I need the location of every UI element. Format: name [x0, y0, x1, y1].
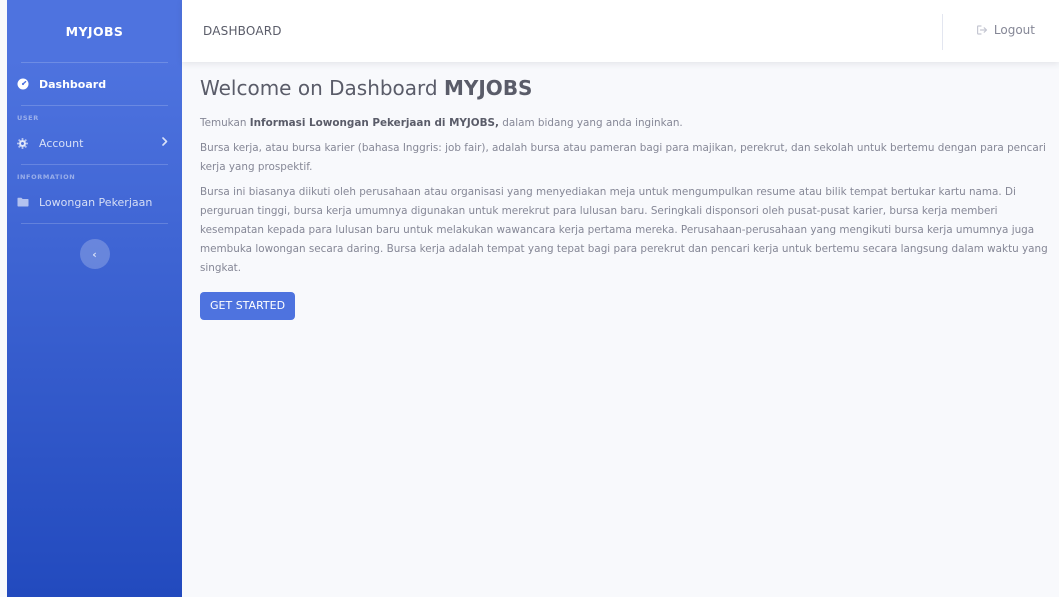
topbar: DASHBOARD Logout	[182, 0, 1059, 62]
logout-label: Logout	[993, 23, 1035, 37]
sidebar-toggle-button[interactable]: ‹	[79, 239, 110, 269]
sidebar-heading-user: USER	[17, 114, 39, 122]
folder-icon	[17, 197, 33, 207]
chevron-right-icon	[162, 137, 168, 149]
chevron-left-icon: ‹	[92, 247, 97, 261]
sidebar-item-label: Lowongan Pekerjaan	[39, 195, 153, 209]
job-fair-definition-paragraph: Bursa kerja, atau bursa karier (bahasa I…	[200, 142, 1046, 173]
sidebar-item-label: Dashboard	[39, 77, 107, 91]
app-root: MYJOBS Dashboard USER Account INFORMATIO…	[0, 0, 1059, 597]
intro-prefix: Temukan	[200, 117, 250, 129]
topbar-divider	[942, 14, 943, 50]
intro-paragraph: Temukan Informasi Lowongan Pekerjaan di …	[200, 114, 1050, 133]
sidebar-item-label: Account	[39, 136, 84, 150]
welcome-brand: MYJOBS	[443, 76, 533, 100]
sign-out-icon	[976, 25, 988, 35]
sidebar-brand[interactable]: MYJOBS	[7, 0, 182, 62]
main-content: Welcome on Dashboard MYJOBS Temukan Info…	[200, 76, 1050, 320]
welcome-prefix: Welcome on Dashboard	[200, 76, 444, 100]
gear-icon	[17, 137, 33, 149]
intro-suffix: dalam bidang yang anda inginkan.	[498, 117, 683, 129]
logout-button[interactable]: Logout	[976, 23, 1035, 37]
welcome-heading: Welcome on Dashboard MYJOBS	[200, 76, 1050, 100]
page-title: DASHBOARD	[203, 24, 282, 38]
dashboard-gauge-icon	[17, 78, 33, 90]
get-started-button[interactable]: GET STARTED	[200, 292, 296, 320]
brand-label: MYJOBS	[65, 23, 124, 39]
sidebar: MYJOBS Dashboard USER Account INFORMATIO…	[7, 0, 182, 597]
sidebar-toggle-wrap: ‹	[7, 224, 182, 269]
sidebar-item-dashboard[interactable]: Dashboard	[7, 63, 182, 105]
job-fair-details-paragraph: Bursa ini biasanya diikuti oleh perusaha…	[200, 186, 1048, 274]
intro-highlight: Informasi Lowongan Pekerjaan di MYJOBS,	[249, 117, 499, 129]
sidebar-item-lowongan-pekerjaan[interactable]: Lowongan Pekerjaan	[7, 181, 182, 223]
sidebar-heading-information: INFORMATION	[17, 173, 76, 181]
sidebar-item-account[interactable]: Account	[7, 122, 182, 164]
